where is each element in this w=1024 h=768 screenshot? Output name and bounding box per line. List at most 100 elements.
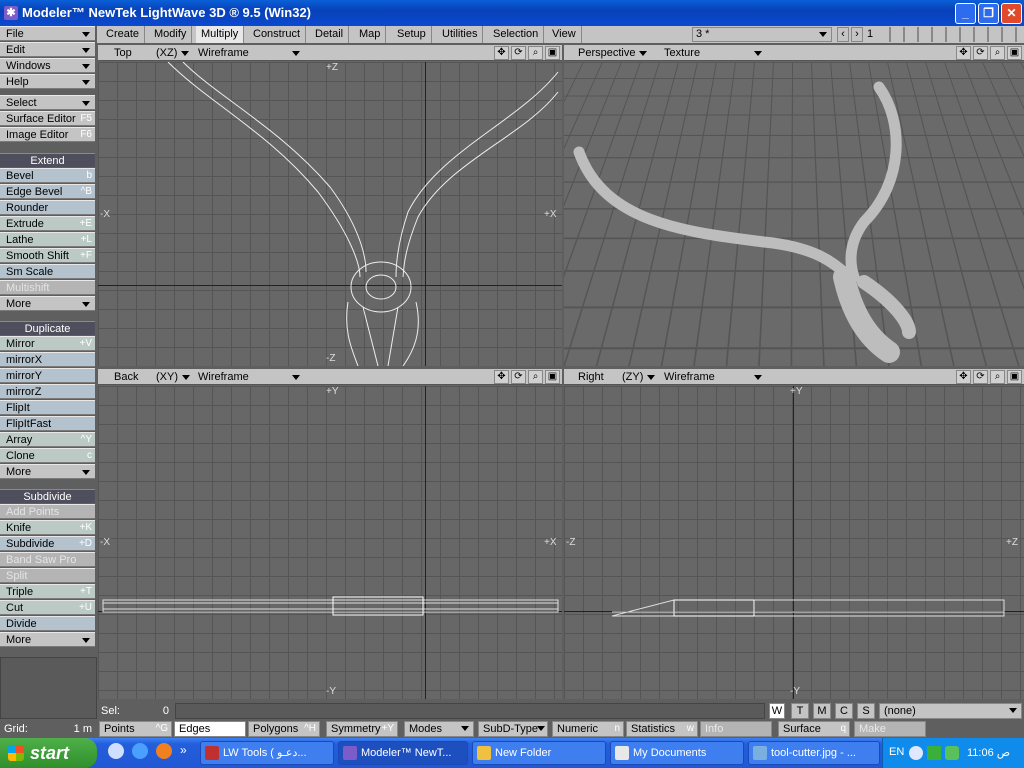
- viewport-back[interactable]: Back (XY) Wireframe ✥ ⟳ ⌕ ▣ +Y -Y -X +X: [98, 369, 562, 699]
- tab-construct[interactable]: Construct: [248, 26, 307, 43]
- lathe-button[interactable]: Lathe +L: [0, 232, 95, 247]
- add-points-button[interactable]: Add Points: [0, 504, 95, 519]
- sm-scale-button[interactable]: Sm Scale: [0, 264, 95, 279]
- render-mode-select[interactable]: Wireframe: [198, 370, 249, 384]
- maximize-view-icon[interactable]: ▣: [1007, 370, 1022, 384]
- internet-explorer-icon[interactable]: [132, 743, 148, 759]
- back-arrow-icon[interactable]: [909, 746, 923, 760]
- statistics-button[interactable]: Statistics w: [626, 721, 698, 737]
- subdivide-button[interactable]: Subdivide +D: [0, 536, 95, 551]
- render-mode-select[interactable]: Texture: [664, 46, 700, 60]
- clone-button[interactable]: Clone c: [0, 448, 95, 463]
- move-view-icon[interactable]: ✥: [956, 370, 971, 384]
- flipit-button[interactable]: FlipIt: [0, 400, 95, 415]
- surface-editor-button[interactable]: Surface Editor F5: [0, 111, 95, 126]
- taskbar-item-modeler[interactable]: Modeler™ NewT...: [338, 741, 468, 765]
- language-indicator[interactable]: EN: [889, 746, 904, 758]
- tab-create[interactable]: Create: [101, 26, 146, 43]
- info-button[interactable]: Info: [700, 721, 772, 737]
- rotate-view-icon[interactable]: ⟳: [511, 370, 526, 384]
- render-mode-arrow[interactable]: [750, 370, 762, 384]
- axes-select[interactable]: (XZ): [156, 46, 190, 60]
- minimize-button[interactable]: _: [955, 3, 976, 24]
- viewport-right[interactable]: Right (ZY) Wireframe ✥ ⟳ ⌕ ▣ +Y -Y -Z +Z: [564, 369, 1024, 699]
- divide-button[interactable]: Divide: [0, 616, 95, 631]
- viewport-perspective[interactable]: Perspective Texture ✥ ⟳ ⌕ ▣: [564, 45, 1024, 366]
- tab-utilities[interactable]: Utilities: [437, 26, 484, 43]
- maximize-view-icon[interactable]: ▣: [545, 46, 560, 60]
- axes-select[interactable]: (ZY): [622, 370, 656, 384]
- modes-menu[interactable]: Modes: [404, 721, 474, 737]
- wtmcs-w[interactable]: W: [769, 703, 785, 719]
- extend-more-button[interactable]: More: [0, 296, 95, 311]
- rotate-view-icon[interactable]: ⟳: [511, 46, 526, 60]
- subd-type-menu[interactable]: SubD-Type: [478, 721, 548, 737]
- maximize-button[interactable]: ❐: [978, 3, 999, 24]
- mirrorx-button[interactable]: mirrorX: [0, 352, 95, 367]
- zoom-view-icon[interactable]: ⌕: [990, 370, 1005, 384]
- surface-button[interactable]: Surface q: [778, 721, 850, 737]
- tab-view[interactable]: View: [547, 26, 582, 43]
- view-select[interactable]: Perspective: [578, 46, 648, 60]
- select-menu[interactable]: Select: [0, 95, 95, 110]
- render-mode-select[interactable]: Wireframe: [664, 370, 715, 384]
- render-mode-select[interactable]: Wireframe: [198, 46, 249, 60]
- mirror-button[interactable]: Mirror +V: [0, 336, 95, 351]
- image-editor-button[interactable]: Image Editor F6: [0, 127, 95, 142]
- smooth-shift-button[interactable]: Smooth Shift +F: [0, 248, 95, 263]
- triple-button[interactable]: Triple +T: [0, 584, 95, 599]
- quicklaunch-icon[interactable]: [108, 743, 124, 759]
- next-layer-button[interactable]: ›: [851, 27, 863, 42]
- wtmcs-c[interactable]: C: [835, 703, 853, 719]
- render-mode-arrow[interactable]: [288, 46, 300, 60]
- make-button[interactable]: Make: [854, 721, 926, 737]
- render-mode-arrow[interactable]: [750, 46, 762, 60]
- move-view-icon[interactable]: ✥: [494, 46, 509, 60]
- points-mode-button[interactable]: Points ^G: [99, 721, 172, 737]
- numeric-button[interactable]: Numeric n: [552, 721, 624, 737]
- zoom-view-icon[interactable]: ⌕: [528, 46, 543, 60]
- tab-setup[interactable]: Setup: [392, 26, 432, 43]
- cut-button[interactable]: Cut +U: [0, 600, 95, 615]
- layer-select[interactable]: 3 *: [692, 27, 832, 42]
- zoom-view-icon[interactable]: ⌕: [990, 46, 1005, 60]
- wtmcs-m[interactable]: M: [813, 703, 831, 719]
- rotate-view-icon[interactable]: ⟳: [973, 370, 988, 384]
- subdivide-more-button[interactable]: More: [0, 632, 95, 647]
- flipitfast-button[interactable]: FlipItFast: [0, 416, 95, 431]
- edit-menu[interactable]: Edit: [0, 42, 95, 57]
- maximize-view-icon[interactable]: ▣: [545, 370, 560, 384]
- firefox-icon[interactable]: [156, 743, 172, 759]
- polygons-mode-button[interactable]: Polygons ^H: [248, 721, 320, 737]
- zoom-view-icon[interactable]: ⌕: [528, 370, 543, 384]
- band-saw-pro-button[interactable]: Band Saw Pro: [0, 552, 95, 567]
- surface-select[interactable]: (none): [879, 703, 1022, 719]
- axes-select[interactable]: (XY): [156, 370, 190, 384]
- viewport-top[interactable]: Top (XZ) Wireframe ✥ ⟳ ⌕ ▣ +Z -Z -X +X: [98, 45, 562, 366]
- view-select[interactable]: Back: [114, 370, 138, 384]
- view-select[interactable]: Top: [114, 46, 132, 60]
- array-button[interactable]: Array ^Y: [0, 432, 95, 447]
- rotate-view-icon[interactable]: ⟳: [973, 46, 988, 60]
- start-button[interactable]: start: [0, 738, 97, 768]
- taskbar-item-my-documents[interactable]: My Documents: [610, 741, 744, 765]
- taskbar-item-lw-tools[interactable]: LW Tools ( دعـو...: [200, 741, 334, 765]
- bevel-button[interactable]: Bevel b: [0, 168, 95, 183]
- taskbar-item-tool-cutter[interactable]: tool-cutter.jpg - ...: [748, 741, 880, 765]
- maximize-view-icon[interactable]: ▣: [1007, 46, 1022, 60]
- rounder-button[interactable]: Rounder: [0, 200, 95, 215]
- move-view-icon[interactable]: ✥: [956, 46, 971, 60]
- edge-bevel-button[interactable]: Edge Bevel ^B: [0, 184, 95, 199]
- duplicate-more-button[interactable]: More: [0, 464, 95, 479]
- knife-button[interactable]: Knife +K: [0, 520, 95, 535]
- tray-app-icon[interactable]: [945, 746, 959, 760]
- edges-mode-button[interactable]: Edges: [174, 721, 246, 737]
- taskbar-overflow-icon[interactable]: »: [180, 743, 187, 757]
- taskbar-item-new-folder[interactable]: New Folder: [472, 741, 606, 765]
- move-view-icon[interactable]: ✥: [494, 370, 509, 384]
- mirrorz-button[interactable]: mirrorZ: [0, 384, 95, 399]
- tab-modify[interactable]: Modify: [149, 26, 193, 43]
- tab-detail[interactable]: Detail: [310, 26, 350, 43]
- render-mode-arrow[interactable]: [288, 370, 300, 384]
- tab-selection[interactable]: Selection: [488, 26, 545, 43]
